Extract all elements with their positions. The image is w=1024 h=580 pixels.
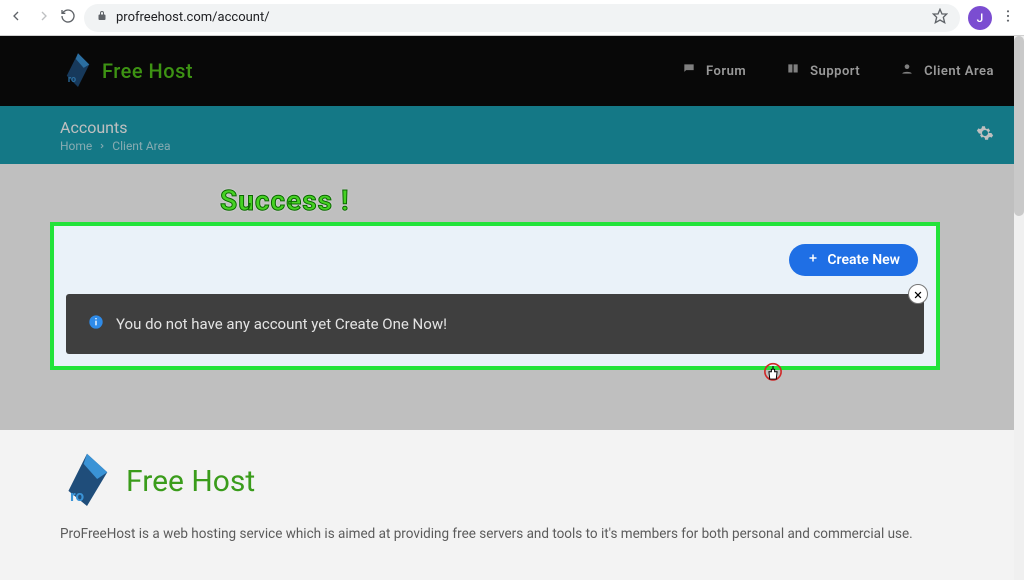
success-annotation: Success ! [220,184,350,217]
profile-avatar[interactable]: J [968,6,992,30]
vertical-scrollbar[interactable] [1014,36,1024,580]
footer-description: ProFreeHost is a web hosting service whi… [60,526,954,542]
accounts-panel: Create New You do not have any account y… [50,222,940,370]
create-new-label: Create New [827,252,900,268]
bookmark-star-icon[interactable] [932,8,948,28]
close-notice-button[interactable] [908,284,928,304]
brand-logo[interactable]: ro Free Host [60,51,193,91]
chevron-right-icon [98,139,106,153]
svg-text:ro: ro [68,75,76,85]
book-icon [786,62,800,80]
site-footer: ro Free Host ProFreeHost is a web hostin… [0,430,1014,580]
reload-button[interactable] [60,8,76,28]
cursor-annotation [760,362,786,392]
browser-menu-icon[interactable] [1000,8,1016,28]
breadcrumb-home[interactable]: Home [60,139,92,153]
scrollbar-thumb[interactable] [1014,36,1024,216]
brand-name: Free Host [102,59,193,83]
site-header: ro Free Host Forum Support Client Area [0,36,1024,106]
nav-forum[interactable]: Forum [682,62,746,80]
footer-brand-name: Free Host [126,464,255,499]
notice-text: You do not have any account yet Create O… [116,315,447,333]
page-title: Accounts [60,118,171,137]
avatar-initial: J [977,11,984,25]
nav-support[interactable]: Support [786,62,860,80]
plus-icon [807,252,819,268]
page-title-bar: Accounts Home Client Area [0,106,1024,164]
settings-gear-icon[interactable] [976,124,994,146]
url-text: profreehost.com/account/ [116,10,924,25]
forward-button[interactable] [36,8,52,28]
nav-client-area[interactable]: Client Area [900,62,994,80]
info-notice: You do not have any account yet Create O… [66,294,924,354]
user-icon [900,62,914,80]
svg-text:ro: ro [70,487,84,505]
lock-icon [96,10,108,26]
logo-mark-icon: ro [60,51,96,91]
info-icon [88,314,104,334]
logo-mark-icon: ro [60,452,114,510]
chat-icon [682,62,696,80]
breadcrumb: Home Client Area [60,139,171,153]
breadcrumb-current: Client Area [112,139,170,153]
nav-label: Forum [706,64,746,79]
create-new-button[interactable]: Create New [789,244,918,276]
close-icon [913,285,923,304]
back-button[interactable] [8,8,24,28]
footer-brand[interactable]: ro Free Host [60,452,954,510]
nav-label: Client Area [924,64,994,79]
address-bar[interactable]: profreehost.com/account/ [84,4,960,32]
browser-toolbar: profreehost.com/account/ J [0,0,1024,36]
nav-label: Support [810,64,860,79]
